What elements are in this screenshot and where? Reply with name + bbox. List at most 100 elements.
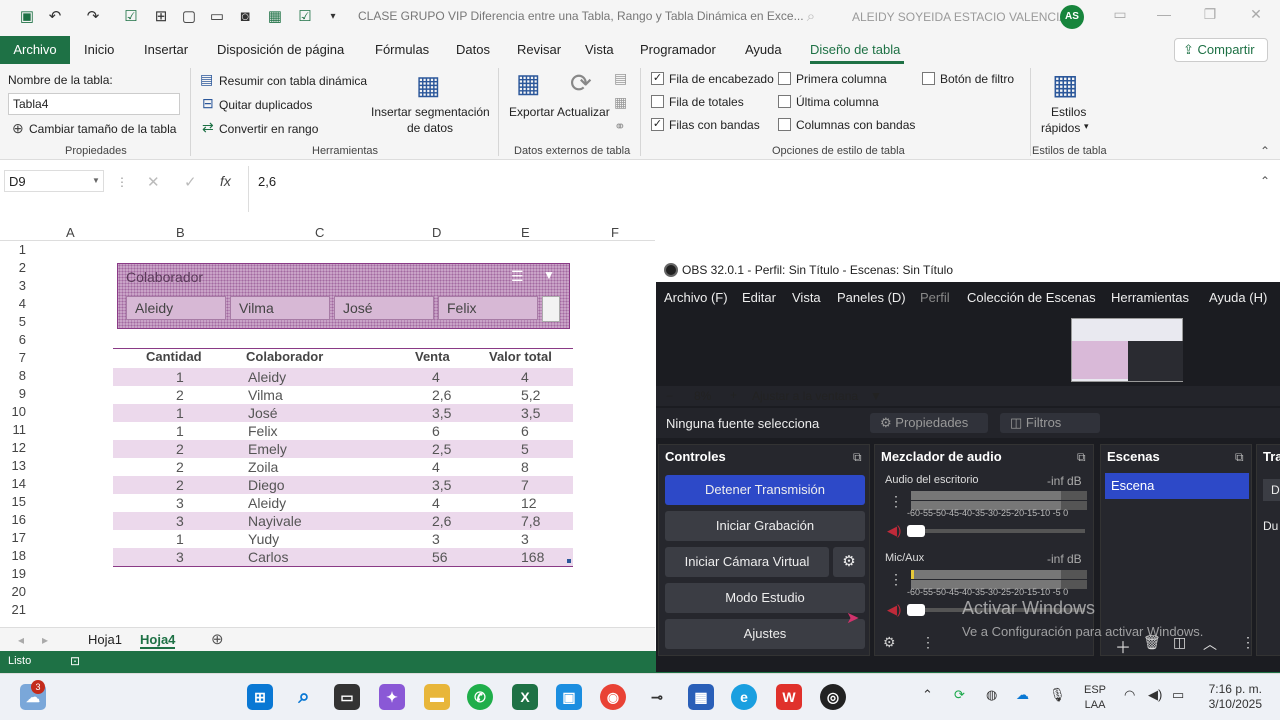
share-button[interactable]: ⇪ Compartir [1174, 38, 1268, 62]
column-header[interactable]: F [611, 225, 619, 240]
column-header[interactable]: C [315, 225, 324, 240]
table-cell[interactable]: 56 [432, 549, 448, 565]
sheet-tab-hoja4[interactable]: Hoja4 [140, 632, 176, 649]
row-header[interactable]: 11 [0, 422, 27, 437]
user-name[interactable]: ALEIDY SOYEIDA ESTACIO VALENCIA [852, 10, 1067, 24]
row-header[interactable]: 9 [0, 386, 26, 401]
table-cell[interactable]: Vilma [248, 387, 283, 403]
table-cell[interactable]: Yudy [248, 531, 279, 547]
network-drive-icon[interactable]: ◍ [986, 687, 997, 703]
name-box[interactable]: D9 [4, 170, 104, 192]
tab-ayuda[interactable]: Ayuda [745, 42, 782, 57]
tab-diseno-tabla[interactable]: Diseño de tabla [810, 42, 900, 57]
banded-columns-checkbox[interactable] [778, 118, 791, 131]
search-icon[interactable]: ⌕ [291, 684, 317, 710]
table-header-venta[interactable]: Venta [415, 349, 450, 364]
table-cell[interactable]: 3 [432, 531, 440, 547]
search-icon[interactable]: ⌕ [802, 8, 820, 26]
fit-window-button[interactable]: Ajustar a la ventana [752, 389, 858, 403]
save-icon[interactable]: ▣ [18, 8, 36, 26]
accessibility-icon[interactable]: ⊡ [70, 654, 80, 668]
table-row[interactable]: 1 José 3,5 3,5 [113, 404, 573, 422]
prev-sheet-icon[interactable]: ◂ [18, 633, 24, 647]
wps-icon[interactable]: W [776, 684, 802, 710]
row-header[interactable]: 5 [0, 314, 26, 329]
checkbox-icon[interactable]: ☑ [122, 8, 140, 26]
table-cell[interactable]: José [248, 405, 278, 421]
row-header[interactable]: 16 [0, 512, 26, 527]
column-header[interactable]: E [521, 225, 530, 240]
table-cell[interactable]: Aleidy [248, 495, 286, 511]
last-column-checkbox[interactable] [778, 95, 791, 108]
table-cell[interactable]: 2,6 [432, 513, 451, 529]
table-name-input[interactable]: Tabla4 [8, 93, 180, 115]
table-row[interactable]: 3 Aleidy 4 12 [113, 494, 573, 512]
tab-vista[interactable]: Vista [585, 42, 614, 57]
header-row-checkbox[interactable]: ✓ [651, 72, 664, 85]
desktop-app-icon[interactable]: ▣ [556, 684, 582, 710]
obs-menu-ayuda[interactable]: Ayuda (H) [1209, 290, 1267, 305]
insert-slicer-button[interactable]: Insertar segmentación [371, 105, 490, 119]
table-cell[interactable]: Nayivale [248, 513, 302, 529]
tab-insertar[interactable]: Insertar [144, 42, 188, 57]
microphone-icon[interactable]: 🎙 [1049, 687, 1066, 703]
table-cell[interactable]: 1 [176, 369, 184, 385]
onedrive-icon[interactable]: ☁ [1016, 687, 1029, 703]
more-icon[interactable]: ⋮ [889, 493, 903, 510]
obs-menu-paneles[interactable]: Paneles (D) [837, 290, 906, 305]
tab-disposicion[interactable]: Disposición de página [217, 42, 344, 57]
table-row[interactable]: 2 Emely 2,5 5 [113, 440, 573, 458]
table-header-cantidad[interactable]: Cantidad [146, 349, 202, 364]
table-cell[interactable]: 8 [521, 459, 529, 475]
more-icon[interactable]: ⋮ [921, 634, 935, 651]
gear-icon[interactable]: ⚙ [833, 547, 865, 577]
row-header[interactable]: 20 [0, 584, 26, 599]
row-header[interactable]: 12 [0, 440, 26, 455]
chevron-down-icon[interactable]: ▼ [92, 176, 100, 185]
table-cell[interactable]: 5,2 [521, 387, 540, 403]
excel-icon[interactable]: X [512, 684, 538, 710]
first-column-checkbox[interactable] [778, 72, 791, 85]
file-explorer-icon[interactable]: ▬ [424, 684, 450, 710]
table-cell[interactable]: Felix [248, 423, 278, 439]
table-cell[interactable]: 1 [176, 423, 184, 439]
copilot-icon[interactable]: ✦ [379, 684, 405, 710]
table-cell[interactable]: 3,5 [432, 405, 451, 421]
row-header[interactable]: 19 [0, 566, 26, 581]
table-row[interactable]: 2 Vilma 2,6 5,2 [113, 386, 573, 404]
table-row[interactable]: 3 Nayivale 2,6 7,8 [113, 512, 573, 530]
sheet-grid[interactable]: 1 2 3 4 5 6 7 8 9 10 11 12 13 14 15 16 1… [0, 241, 655, 627]
camera-icon[interactable]: ◙ [236, 8, 254, 26]
insert-function-button[interactable]: fx [220, 173, 231, 189]
table-cell[interactable]: 4 [432, 369, 440, 385]
table-cell[interactable]: Carlos [248, 549, 288, 565]
row-header[interactable]: 14 [0, 476, 26, 491]
table-cell[interactable]: 4 [521, 369, 529, 385]
redo-icon[interactable]: ↷ [84, 8, 102, 26]
quick-styles-button[interactable]: Estilos [1051, 105, 1086, 119]
undock-icon[interactable]: ⧉ [1235, 450, 1244, 465]
minimize-icon[interactable]: — [1152, 6, 1176, 28]
row-header[interactable]: 3 [0, 278, 26, 293]
task-view-icon[interactable]: ▭ [334, 684, 360, 710]
open-icon[interactable]: ▭ [208, 8, 226, 26]
tab-archivo[interactable]: Archivo [0, 36, 70, 64]
zoom-in-icon[interactable]: + [730, 388, 737, 402]
table-cell[interactable]: 7 [521, 477, 529, 493]
volume-slider-handle[interactable] [907, 525, 925, 537]
table-row[interactable]: 2 Zoila 4 8 [113, 458, 573, 476]
tray-app-icon[interactable]: ⟳ [954, 687, 965, 703]
table-cell[interactable]: 3 [176, 495, 184, 511]
resize-table-button[interactable]: Cambiar tamaño de la tabla [29, 122, 176, 136]
studio-mode-button[interactable]: Modo Estudio [665, 583, 865, 613]
table-cell[interactable]: 2,5 [432, 441, 451, 457]
filters-button[interactable]: ◫ Filtros [1000, 413, 1100, 433]
clear-filter-icon[interactable]: ▼ [543, 268, 555, 282]
row-header[interactable]: 10 [0, 404, 26, 419]
table-cell[interactable]: Zoila [248, 459, 278, 475]
wifi-icon[interactable]: ◠ [1124, 687, 1135, 703]
obs-menu-escenas[interactable]: Colección de Escenas [967, 290, 1096, 305]
start-icon[interactable]: ⊞ [247, 684, 273, 710]
obs-menu-editar[interactable]: Editar [742, 290, 776, 305]
app-icon[interactable]: ⊸ [644, 684, 670, 710]
